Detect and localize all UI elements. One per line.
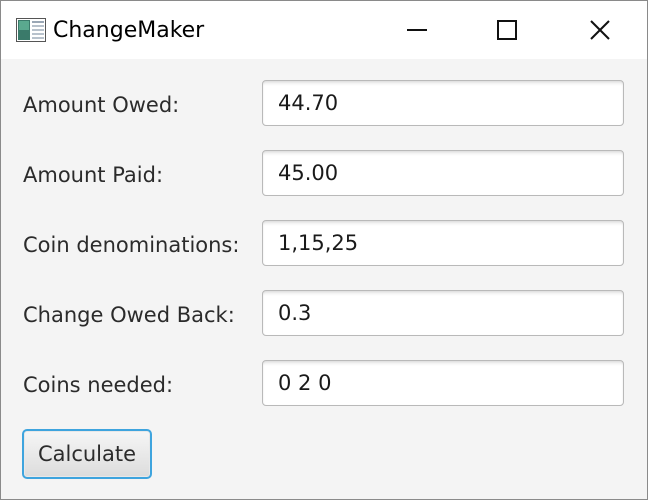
close-button[interactable] xyxy=(554,1,646,59)
title-bar[interactable]: ChangeMaker xyxy=(1,1,647,59)
change-owed-back-field[interactable] xyxy=(262,290,624,336)
coin-denominations-field[interactable] xyxy=(262,220,624,266)
maximize-icon xyxy=(496,19,518,41)
window-title: ChangeMaker xyxy=(53,18,205,43)
coins-needed-field[interactable] xyxy=(262,360,624,406)
app-window: ChangeMaker Amount Owed: Amount Paid: Co… xyxy=(0,0,648,500)
calculate-button[interactable]: Calculate xyxy=(22,429,152,479)
minimize-icon xyxy=(406,19,428,41)
coin-denominations-label: Coin denominations: xyxy=(23,233,240,257)
coins-needed-label: Coins needed: xyxy=(23,373,174,397)
change-owed-back-label: Change Owed Back: xyxy=(23,303,235,327)
amount-owed-field[interactable] xyxy=(262,80,624,126)
amount-paid-field[interactable] xyxy=(262,150,624,196)
amount-paid-label: Amount Paid: xyxy=(23,163,164,187)
maximize-button[interactable] xyxy=(461,1,553,59)
close-icon xyxy=(589,19,611,41)
amount-owed-label: Amount Owed: xyxy=(23,93,180,117)
app-window-icon xyxy=(16,18,46,42)
minimize-button[interactable] xyxy=(371,1,463,59)
